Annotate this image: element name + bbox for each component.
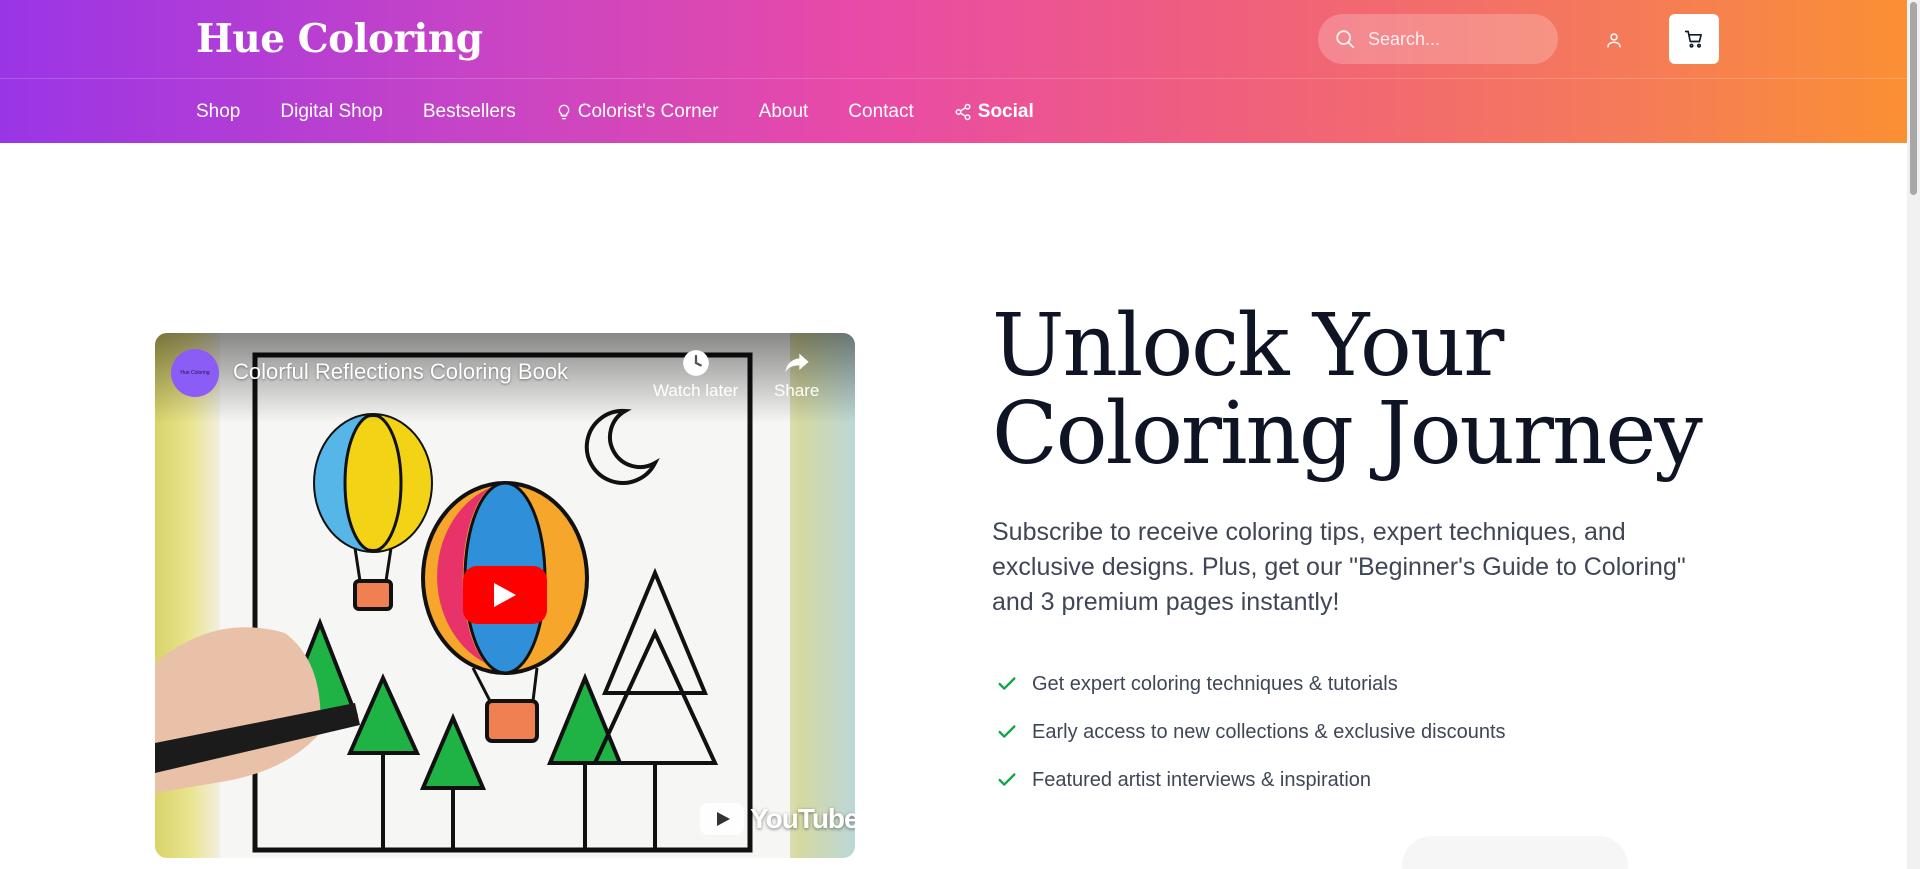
watch-later-label: Watch later [653, 381, 739, 400]
nav-label: Social [977, 100, 1034, 122]
nav-social[interactable]: Social [954, 101, 1034, 123]
nav-label: Digital Shop [280, 100, 383, 122]
share-icon [955, 103, 971, 120]
benefit-item: Get expert coloring techniques & tutoria… [996, 660, 1506, 708]
brand-logo[interactable]: Hue Coloring [196, 16, 483, 62]
nav-about[interactable]: About [759, 101, 809, 123]
youtube-logo[interactable]: YouTube [700, 803, 855, 835]
search-icon [1336, 30, 1355, 49]
page-scrollbar[interactable] [1907, 0, 1920, 869]
nav-label: Bestsellers [422, 100, 516, 122]
subscribe-button[interactable] [1402, 836, 1628, 869]
check-icon [998, 773, 1016, 786]
hero-title-line2: Coloring Journey [992, 384, 1703, 484]
lightbulb-icon [558, 104, 570, 119]
benefit-text: Featured artist interviews & inspiration [1032, 768, 1372, 791]
cart-button[interactable] [1669, 14, 1719, 64]
nav-label: Colorist's Corner [577, 100, 719, 122]
watch-later-button[interactable]: Watch later [653, 349, 738, 401]
search-input[interactable] [1368, 28, 1538, 50]
nav-label: Shop [196, 100, 241, 122]
share-arrow-icon [785, 353, 809, 373]
nav-bestsellers[interactable]: Bestsellers [423, 101, 516, 123]
nav-digital-shop[interactable]: Digital Shop [280, 101, 382, 123]
benefit-item: Early access to new collections & exclus… [996, 708, 1506, 756]
share-video-button[interactable]: Share [774, 349, 819, 401]
hero-title: Unlock Your Coloring Journey [992, 302, 1752, 478]
channel-avatar-text: Hue Coloring [180, 370, 210, 376]
main-nav: Shop Digital Shop Bestsellers Colorist's… [196, 80, 1074, 143]
play-icon [494, 583, 516, 607]
video-embed[interactable]: Hue Coloring Colorful Reflections Colori… [155, 333, 855, 858]
hero-title-line1: Unlock Your [992, 296, 1504, 396]
benefit-text: Get expert coloring techniques & tutoria… [1032, 672, 1398, 695]
nav-label: About [758, 100, 809, 122]
scrollbar-thumb[interactable] [1910, 2, 1917, 195]
header-top-bar: Hue Coloring [0, 0, 1907, 79]
benefit-text: Early access to new collections & exclus… [1032, 720, 1506, 743]
channel-avatar[interactable]: Hue Coloring [171, 349, 219, 397]
youtube-label: YouTube [750, 803, 855, 834]
user-icon [1607, 33, 1621, 48]
play-button[interactable] [463, 566, 547, 624]
check-icon [998, 725, 1016, 738]
clock-icon [682, 350, 709, 376]
site-header: Hue Coloring Shop Digital Shop Bestselle… [0, 0, 1907, 143]
hero-subtitle: Subscribe to receive coloring tips, expe… [992, 518, 1686, 616]
benefits-list: Get expert coloring techniques & tutoria… [996, 660, 1506, 804]
benefit-item: Featured artist interviews & inspiration [996, 756, 1506, 804]
share-label: Share [774, 381, 820, 400]
youtube-play-icon [700, 803, 744, 835]
check-icon [998, 677, 1016, 690]
account-button[interactable] [1600, 26, 1628, 54]
cart-icon [1684, 30, 1702, 48]
video-title[interactable]: Colorful Reflections Coloring Book [233, 359, 568, 385]
nav-colorists-corner[interactable]: Colorist's Corner [556, 101, 719, 123]
nav-shop[interactable]: Shop [196, 101, 240, 123]
nav-contact[interactable]: Contact [848, 101, 913, 123]
search-box[interactable] [1318, 14, 1558, 64]
nav-label: Contact [848, 100, 914, 122]
